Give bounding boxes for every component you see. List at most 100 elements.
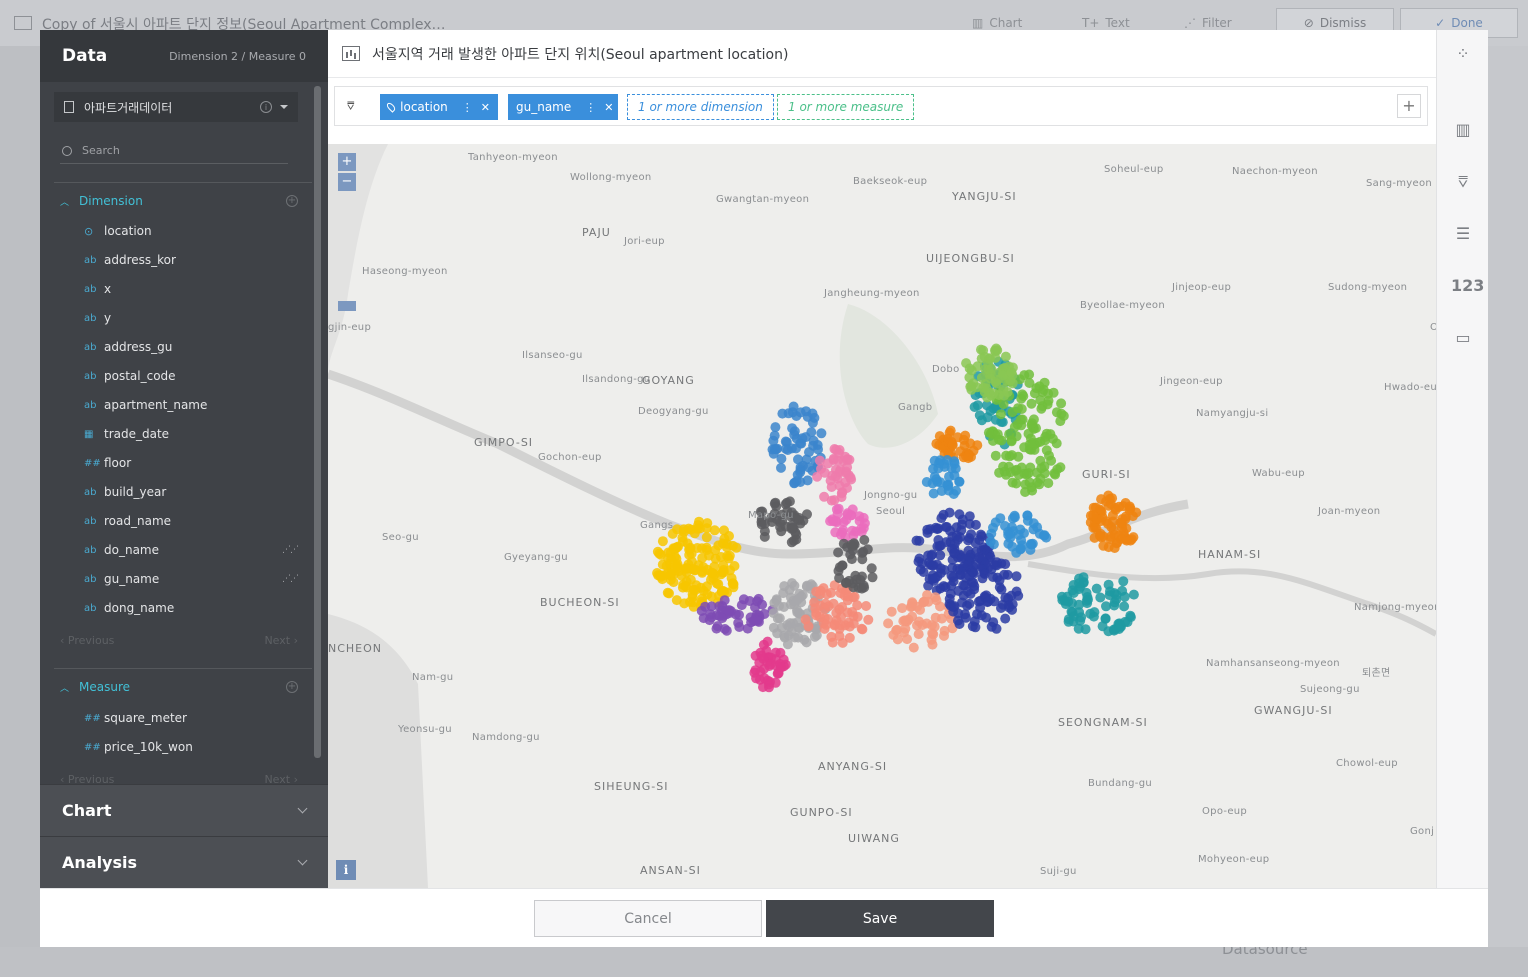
add-shelf-button[interactable]: +: [1397, 94, 1421, 118]
apartment-point: [714, 601, 725, 612]
apartment-point: [1017, 540, 1028, 551]
pivot-shelf: ⩢ location ⋮ ✕ gu_name ⋮ ✕ 1 or more dim…: [334, 86, 1428, 126]
filter-icon[interactable]: ⋰⋰: [282, 574, 299, 584]
panel-scrollbar[interactable]: [314, 86, 321, 758]
date-type-icon: ▦: [84, 428, 94, 440]
map-place-label: Ilsanseo-gu: [522, 350, 583, 361]
apartment-point: [1026, 539, 1037, 550]
apartment-point: [945, 425, 956, 436]
apartment-point: [929, 471, 940, 482]
zoom-slider[interactable]: [338, 301, 356, 311]
close-icon[interactable]: ✕: [604, 101, 613, 114]
layer-icon[interactable]: ⩢: [347, 99, 363, 113]
analysis-accordion[interactable]: Analysis: [40, 836, 328, 888]
map-view[interactable]: + − Tanhyeon-myeon Wollong-myeon Baekseok-…: [328, 144, 1436, 888]
scatter-icon[interactable]: ⁘: [1451, 44, 1475, 66]
zoom-in-button[interactable]: +: [338, 153, 356, 171]
measure-field[interactable]: ## price_10k_won: [84, 737, 298, 757]
apartment-point: [1107, 493, 1118, 504]
apartment-point: [863, 614, 874, 625]
more-icon[interactable]: ⋮: [462, 101, 473, 114]
dimension-field[interactable]: ab road_name: [84, 511, 298, 531]
map-place-label: SIHEUNG-SI: [594, 780, 669, 793]
more-icon[interactable]: ⋮: [585, 101, 596, 114]
measure-section-header[interactable]: ︿ Measure +: [60, 680, 298, 694]
apartment-point: [857, 624, 868, 635]
map-place-label: gjin-eup: [328, 322, 372, 333]
apartment-point: [689, 528, 700, 539]
add-measure-icon[interactable]: +: [286, 681, 298, 693]
dimension-drop-zone[interactable]: 1 or more dimension: [627, 94, 774, 120]
apartment-point: [838, 538, 849, 549]
measure-drop-zone[interactable]: 1 or more measure: [777, 94, 915, 120]
apartment-point: [1018, 391, 1029, 402]
chart-accordion-label: Chart: [62, 801, 112, 820]
dimension-field[interactable]: ab postal_code: [84, 366, 298, 386]
apartment-point: [823, 601, 834, 612]
gu-name-pill[interactable]: gu_name ⋮ ✕: [508, 94, 618, 120]
map-place-label: GWANGJU-SI: [1254, 704, 1333, 717]
apartment-point: [1035, 455, 1046, 466]
list-icon[interactable]: ☰: [1451, 224, 1475, 246]
layer-icon[interactable]: ⩢: [1451, 172, 1475, 194]
number-icon[interactable]: 123: [1451, 276, 1484, 298]
chart-accordion[interactable]: Chart: [40, 784, 328, 836]
apartment-point: [994, 575, 1005, 586]
save-button[interactable]: Save: [766, 900, 994, 937]
zoom-out-button[interactable]: −: [338, 173, 356, 191]
dimension-field[interactable]: ab y: [84, 308, 298, 328]
dimension-field[interactable]: ab do_name ⋰⋰: [84, 540, 299, 560]
text-type-icon: ab: [84, 312, 97, 324]
comment-icon[interactable]: ▭: [1451, 328, 1475, 350]
search-input[interactable]: Search: [82, 144, 120, 157]
map-place-label: Jingeon-eup: [1160, 376, 1223, 387]
park-shape: [839, 304, 938, 448]
apartment-point: [802, 580, 812, 591]
apartment-point: [1032, 477, 1043, 488]
apartment-point: [940, 582, 951, 593]
dimension-field[interactable]: ab gu_name ⋰⋰: [84, 569, 299, 589]
cancel-button[interactable]: Cancel: [534, 900, 762, 937]
dimension-field[interactable]: ab x: [84, 279, 298, 299]
map-place-label: Seoul: [876, 506, 906, 517]
filter-icon[interactable]: ⋰⋰: [282, 545, 299, 555]
location-pill[interactable]: location ⋮ ✕: [380, 94, 498, 120]
dimension-field[interactable]: ab apartment_name: [84, 395, 298, 415]
apartment-point: [1055, 416, 1066, 427]
close-icon[interactable]: ✕: [481, 101, 490, 114]
map-place-label: Byeollae-myeon: [1080, 300, 1165, 311]
apartment-point: [831, 444, 842, 455]
apartment-point: [833, 547, 844, 558]
dimension-field[interactable]: ▦ trade_date: [84, 424, 298, 444]
map-info-button[interactable]: i: [336, 860, 356, 880]
dimension-field[interactable]: ab dong_name: [84, 598, 298, 618]
caret-down-icon[interactable]: [280, 105, 288, 109]
measure-field[interactable]: ## square_meter: [84, 708, 298, 728]
apartment-point: [1096, 494, 1107, 505]
chevron-up-icon[interactable]: ︿: [60, 681, 69, 694]
dimension-field[interactable]: ab address_kor: [84, 250, 298, 270]
apartment-point: [986, 621, 997, 632]
next-link[interactable]: Next ›: [264, 634, 298, 647]
chart-title[interactable]: 서울지역 거래 발생한 아파트 단지 위치(Seoul apartment lo…: [372, 44, 788, 64]
datasource-select[interactable]: 아파트거래데이터 i: [54, 92, 298, 122]
previous-link[interactable]: ‹ Previous: [60, 634, 114, 647]
background-right-strip: [1488, 46, 1528, 977]
background-left-strip: [0, 46, 40, 977]
info-icon[interactable]: i: [260, 101, 272, 113]
dimension-field[interactable]: ## floor: [84, 453, 298, 473]
dimension-field[interactable]: ab build_year: [84, 482, 298, 502]
field-search[interactable]: Search: [60, 138, 288, 164]
apartment-point: [1009, 510, 1020, 521]
apartment-point: [942, 455, 953, 465]
dimension-field[interactable]: ⊙ location: [84, 221, 298, 241]
apartment-point: [1013, 403, 1023, 414]
chevron-up-icon[interactable]: ︿: [60, 195, 69, 208]
add-dimension-icon[interactable]: +: [286, 195, 298, 207]
apartment-point: [711, 578, 722, 589]
bar-chart-icon[interactable]: ▥: [1451, 120, 1475, 142]
text-type-icon: ab: [84, 486, 97, 498]
apartment-point: [685, 542, 696, 553]
dimension-field[interactable]: ab address_gu: [84, 337, 298, 357]
dimension-section-header[interactable]: ︿ Dimension +: [60, 194, 298, 208]
